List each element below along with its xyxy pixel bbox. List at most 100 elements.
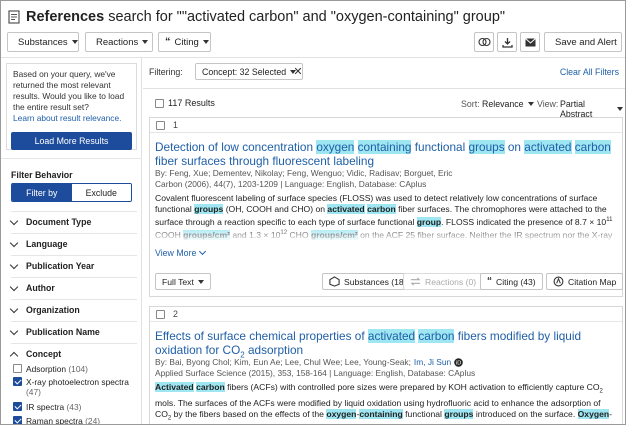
author-link[interactable]: Im, Ji Sun [414,357,451,368]
remove-filter-button[interactable]: ✕ [289,63,307,80]
result-card: 2 Effects of surface chemical properties… [149,306,623,424]
close-icon: ✕ [293,66,303,78]
sidebar-divider [11,343,137,344]
document-icon [8,10,20,24]
page-query: search for ""activated carbon" and "oxyg… [108,9,506,25]
chevron-down-icon [9,326,19,335]
exclude-option[interactable]: Exclude [71,184,131,201]
svg-text:iD: iD [456,360,462,366]
substance-icon [329,276,340,287]
select-all-checkbox[interactable] [155,99,164,108]
quote-icon: “ [487,276,492,287]
result-title[interactable]: Detection of low concentration oxygen co… [155,140,615,168]
chevron-down-icon [9,216,19,225]
sort-label: Sort: [461,99,480,109]
view-dropdown[interactable]: Partial Abstract [560,99,623,119]
result-relevance-link[interactable]: Learn about result relevance. [13,113,130,124]
card-citing-button[interactable]: “ Citing (43) [480,273,543,290]
app-window: References search for ""activated carbon… [0,0,626,425]
citation-map-button[interactable]: Citation Map [546,273,624,290]
substances-dropdown[interactable]: Substances [7,32,79,52]
view-label: View: [537,99,559,109]
citing-dropdown[interactable]: “ Citing [158,32,211,52]
envelope-icon [524,37,536,46]
result-source: Applied Surface Science (2015), 353, 158… [155,368,476,378]
filter-by-option[interactable]: Filter by [12,184,72,201]
citation-map-icon [553,276,564,287]
view-more-link[interactable]: View More [155,247,207,258]
relevance-notice: Based on your query, we've returned the … [6,63,137,150]
filter-section-author[interactable]: Author [9,281,137,295]
page-title: References [26,9,105,25]
save-alert-button[interactable]: Save and Alert [544,32,622,52]
sort-dropdown[interactable]: Relevance [482,99,534,109]
filter-behavior-toggle: Filter by Exclude [11,183,132,202]
filter-section-publication-year[interactable]: Publication Year [9,259,137,273]
concept-option-xps[interactable]: X-ray photoelectron spectra (47) [13,377,139,397]
chevron-down-icon [199,247,207,256]
chevron-down-icon [197,279,204,284]
chevron-down-icon [9,304,19,313]
checkbox[interactable] [13,364,22,373]
filter-section-document-type[interactable]: Document Type [9,215,137,229]
sidebar: Based on your query, we've returned the … [1,57,142,424]
sidebar-divider [11,321,137,322]
result-authors: By: Feng, Xue; Dementev, Nikolay; Feng, … [155,168,453,178]
chevron-down-icon [71,40,78,44]
sidebar-divider [11,255,137,256]
download-icon [501,37,513,48]
chevron-down-icon [527,102,534,106]
full-text-button[interactable]: Full Text [155,273,211,290]
chevron-down-icon [9,238,19,247]
concept-option-ir-spectra[interactable]: IR spectra (43) [13,402,139,412]
abstract-fade [150,228,622,242]
filter-section-concept[interactable]: Concept [9,347,137,361]
result-checkbox[interactable] [156,120,165,130]
filter-divider [143,88,625,89]
card-header: 2 [150,307,622,322]
result-authors: By: Bai, Byong Chol; Kim, Eun Ae; Lee, C… [155,357,463,368]
card-reactions-button[interactable]: Reactions (0) [403,273,484,290]
concept-option-raman-spectra[interactable]: Raman spectra (24) [13,416,139,424]
filtering-label: Filtering: [149,67,183,77]
result-abstract: Activated carbon fibers (ACFs) with cont… [155,382,617,424]
concept-filter-chip[interactable]: Concept: 32 Selected [195,63,304,80]
page-header: References search for ""activated carbon… [7,6,505,28]
chevron-down-icon [142,40,149,44]
combine-icon [477,37,491,47]
reaction-icon [410,277,421,286]
checkbox-checked[interactable] [13,416,22,424]
checkbox-checked[interactable] [13,402,22,411]
filter-section-publication-name[interactable]: Publication Name [9,325,137,339]
sidebar-divider [11,277,137,278]
chevron-down-icon [9,282,19,291]
result-checkbox[interactable] [156,309,165,319]
results-header: 117 Results Sort: Relevance View: Partia… [149,94,623,119]
download-button[interactable] [497,32,517,52]
sidebar-divider [1,158,142,159]
result-source: Carbon (2006), 44(7), 1203-1209 | Langua… [155,179,427,189]
clear-all-filters-link[interactable]: Clear All Filters [560,67,619,77]
chevron-down-icon [617,107,623,111]
chevron-down-icon [9,260,19,269]
filter-section-language[interactable]: Language [9,237,137,251]
card-header: 1 [150,118,622,133]
results-count: 117 Results [168,98,215,108]
combine-button[interactable] [474,32,494,52]
quote-icon: “ [165,36,171,48]
result-index: 1 [173,120,178,130]
result-card: 1 Detection of low concentration oxygen … [149,117,624,297]
load-more-button[interactable]: Load More Results [11,132,132,150]
filter-section-organization[interactable]: Organization [9,303,137,317]
checkbox-checked[interactable] [13,377,22,386]
sidebar-divider [11,233,137,234]
chevron-down-icon [202,40,209,44]
chevron-up-icon [9,351,19,360]
email-button[interactable] [520,32,540,52]
concept-option-adsorption[interactable]: Adsorption (104) [13,364,139,374]
reactions-dropdown[interactable]: Reactions [85,32,153,52]
sidebar-divider [11,211,137,212]
result-index: 2 [173,309,178,319]
orcid-icon[interactable]: iD [454,357,463,367]
filter-behavior-title: Filter Behavior [11,170,73,180]
